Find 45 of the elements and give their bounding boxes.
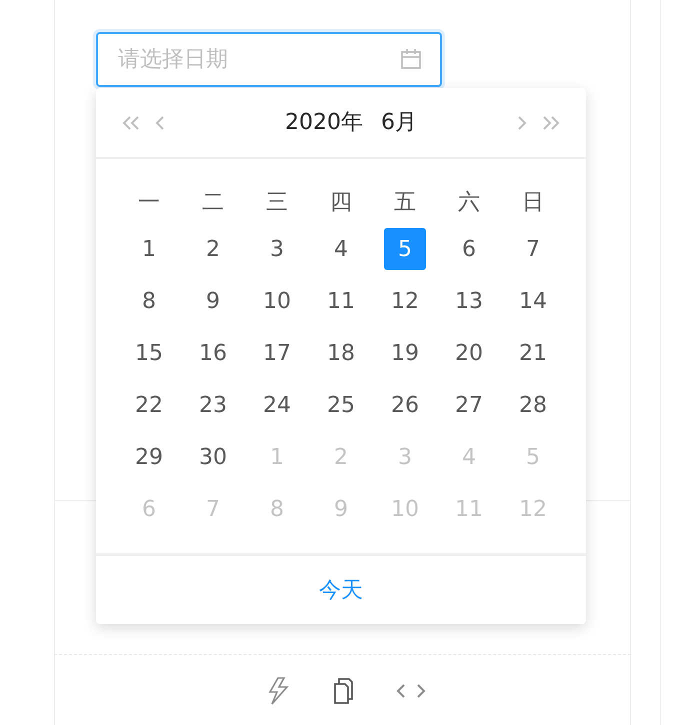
day-cell[interactable]: 3 <box>256 228 298 270</box>
day-cell[interactable]: 22 <box>128 384 170 426</box>
day-cell[interactable]: 30 <box>192 436 234 478</box>
day-cell[interactable]: 18 <box>320 332 362 374</box>
day-cell[interactable]: 24 <box>256 384 298 426</box>
day-cell[interactable]: 23 <box>192 384 234 426</box>
day-cell[interactable]: 29 <box>128 436 170 478</box>
day-cell[interactable]: 15 <box>128 332 170 374</box>
day-cell[interactable]: 12 <box>384 280 426 322</box>
weekday-label: 二 <box>202 188 224 216</box>
day-cell[interactable]: 6 <box>448 228 490 270</box>
year-selector[interactable]: 2020年 <box>285 106 363 139</box>
weekday-label: 四 <box>330 188 352 216</box>
weekday-label: 三 <box>266 188 288 216</box>
day-cell[interactable]: 7 <box>512 228 554 270</box>
weekday-label: 一 <box>138 188 160 216</box>
day-cell[interactable]: 21 <box>512 332 554 374</box>
day-cell[interactable]: 1 <box>128 228 170 270</box>
weekday-label: 日 <box>522 188 544 216</box>
next-month-icon[interactable] <box>516 114 528 130</box>
day-cell[interactable]: 20 <box>448 332 490 374</box>
day-cell[interactable]: 28 <box>512 384 554 426</box>
weekday-label: 六 <box>458 188 480 216</box>
previous-month-icon[interactable] <box>154 114 166 130</box>
code-icon[interactable] <box>396 682 426 700</box>
day-cell[interactable]: 13 <box>448 280 490 322</box>
day-cell[interactable]: 19 <box>384 332 426 374</box>
calendar-icon <box>400 48 422 70</box>
day-cell[interactable]: 25 <box>320 384 362 426</box>
day-cell[interactable]: 14 <box>512 280 554 322</box>
day-cell[interactable]: 11 <box>320 280 362 322</box>
weekday-label: 五 <box>394 188 416 216</box>
day-cell[interactable]: 9 <box>192 280 234 322</box>
date-field[interactable]: 请选择日期 <box>96 32 442 87</box>
day-cell[interactable]: 17 <box>256 332 298 374</box>
lightning-icon[interactable] <box>266 676 290 706</box>
day-cell[interactable]: 8 <box>128 280 170 322</box>
copy-icon[interactable] <box>332 677 354 705</box>
day-cell[interactable]: 10 <box>256 280 298 322</box>
day-cell[interactable]: 16 <box>192 332 234 374</box>
day-cell[interactable]: 4 <box>320 228 362 270</box>
day-cell[interactable]: 26 <box>384 384 426 426</box>
day-cell[interactable]: 2 <box>192 228 234 270</box>
day-cell[interactable]: 27 <box>448 384 490 426</box>
month-selector[interactable]: 6月 <box>381 106 417 139</box>
